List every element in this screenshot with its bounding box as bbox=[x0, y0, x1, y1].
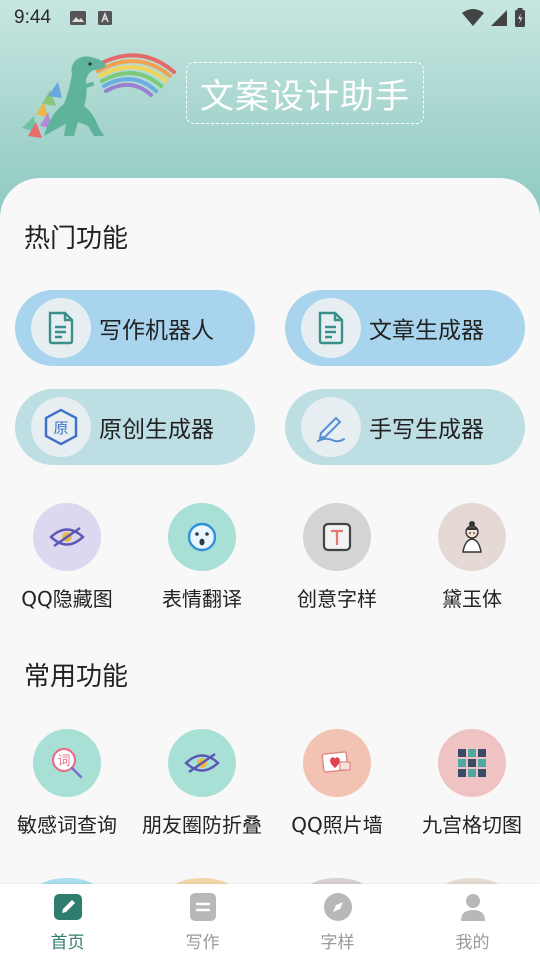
grid-nine-icon bbox=[438, 729, 506, 797]
emoji-translate-item[interactable]: 表情翻译 bbox=[135, 503, 269, 612]
list-icon bbox=[188, 892, 218, 922]
pill-label: 手写生成器 bbox=[369, 417, 484, 443]
grid-label: 黛玉体 bbox=[442, 587, 502, 611]
nav-label: 我的 bbox=[455, 933, 490, 953]
nav-font-style[interactable]: 字样 bbox=[270, 884, 405, 960]
grid-label: 九宫格切图 bbox=[422, 813, 522, 837]
moments-anti-fold-item[interactable]: 朋友圈防折叠 bbox=[135, 729, 269, 838]
font-notification-icon bbox=[97, 10, 113, 26]
qq-hidden-image-item[interactable]: QQ隐藏图 bbox=[0, 503, 134, 612]
qq-photo-wall-item[interactable]: QQ照片墙 bbox=[270, 729, 404, 838]
pill-label: 写作机器人 bbox=[99, 318, 214, 344]
dinosaur-rainbow-illustration bbox=[22, 53, 176, 138]
writing-robot-button[interactable]: 写作机器人 bbox=[15, 290, 255, 366]
nav-mine[interactable]: 我的 bbox=[405, 884, 540, 960]
avatar-girl-icon bbox=[438, 503, 506, 571]
wifi-icon bbox=[462, 9, 484, 27]
grid-label: 创意字样 bbox=[297, 587, 377, 611]
grid-label: 敏感词查询 bbox=[17, 813, 117, 837]
nav-label: 字样 bbox=[320, 933, 355, 953]
nav-label: 写作 bbox=[185, 933, 220, 953]
status-bar: 9:44 bbox=[0, 0, 540, 36]
pill-label: 原创生成器 bbox=[99, 417, 214, 443]
compass-icon bbox=[323, 892, 353, 922]
sensitive-word-query-item[interactable]: 词 敏感词查询 bbox=[0, 729, 134, 838]
image-notification-icon bbox=[69, 10, 87, 26]
eye-hidden-icon bbox=[168, 729, 236, 797]
edit-icon bbox=[53, 892, 83, 922]
original-generator-button[interactable]: 原 原创生成器 bbox=[15, 389, 255, 465]
photo-heart-icon bbox=[303, 729, 371, 797]
battery-icon bbox=[514, 8, 526, 28]
header: 文案设计助手 bbox=[0, 36, 540, 176]
word-search-icon: 词 bbox=[33, 729, 101, 797]
nav-writing[interactable]: 写作 bbox=[135, 884, 270, 960]
grid-label: QQ照片墙 bbox=[291, 813, 383, 837]
svg-text:词: 词 bbox=[57, 754, 70, 769]
document-icon bbox=[301, 298, 361, 358]
eye-hidden-icon bbox=[33, 503, 101, 571]
text-frame-icon bbox=[303, 503, 371, 571]
nav-label: 首页 bbox=[50, 933, 85, 953]
common-section-title: 常用功能 bbox=[24, 662, 129, 692]
original-icon: 原 bbox=[31, 397, 91, 457]
pill-label: 文章生成器 bbox=[369, 318, 484, 344]
nine-grid-cut-item[interactable]: 九宫格切图 bbox=[405, 729, 539, 838]
handwriting-generator-button[interactable]: 手写生成器 bbox=[285, 389, 525, 465]
bottom-nav: 首页 写作 字样 我的 bbox=[0, 884, 540, 960]
app-title: 文案设计助手 bbox=[186, 62, 424, 124]
document-icon bbox=[31, 298, 91, 358]
user-icon bbox=[458, 892, 488, 922]
grid-label: QQ隐藏图 bbox=[21, 587, 113, 611]
grid-label: 朋友圈防折叠 bbox=[142, 813, 262, 837]
article-generator-button[interactable]: 文章生成器 bbox=[285, 290, 525, 366]
signal-icon bbox=[490, 9, 508, 27]
creative-text-item[interactable]: 创意字样 bbox=[270, 503, 404, 612]
svg-text:原: 原 bbox=[53, 419, 68, 437]
pen-icon bbox=[301, 397, 361, 457]
status-time: 9:44 bbox=[14, 7, 51, 28]
hot-section-title: 热门功能 bbox=[24, 224, 129, 254]
daiyu-font-item[interactable]: 黛玉体 bbox=[405, 503, 539, 612]
grid-label: 表情翻译 bbox=[162, 587, 242, 611]
nav-home[interactable]: 首页 bbox=[0, 884, 135, 960]
emoji-icon bbox=[168, 503, 236, 571]
